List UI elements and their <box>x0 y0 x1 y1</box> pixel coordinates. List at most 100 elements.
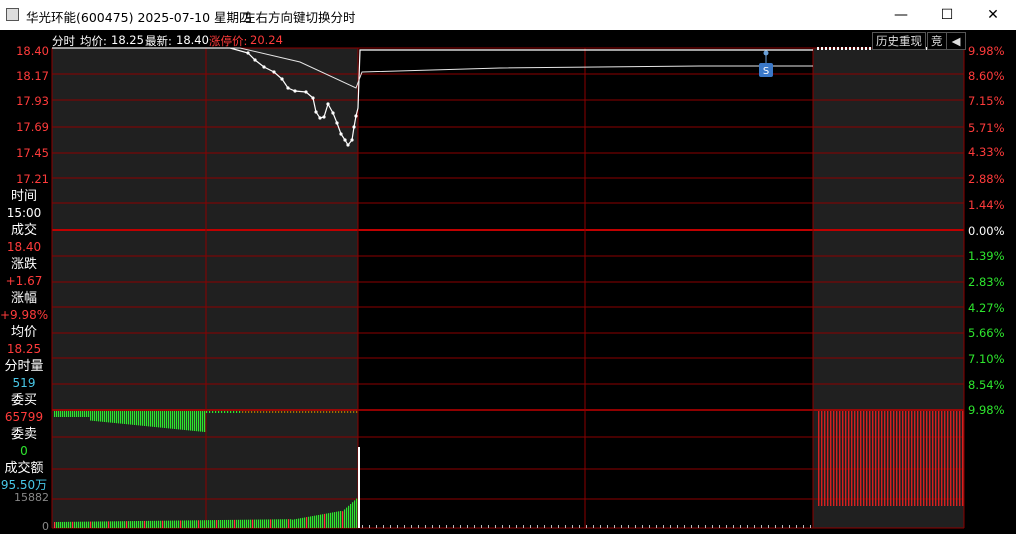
auction-bar <box>821 411 823 506</box>
bid-bar <box>178 411 180 430</box>
bid-bar <box>82 411 84 417</box>
stat-value: +9.98% <box>0 308 49 322</box>
bid-bar <box>136 411 138 426</box>
bid-bar <box>194 411 196 431</box>
price-point <box>280 77 284 81</box>
collapse-icon[interactable]: ◀ <box>946 32 966 50</box>
auction-bar <box>842 411 844 506</box>
bid-bar <box>128 411 130 425</box>
volume-bar <box>326 513 328 528</box>
bid-bar <box>118 411 120 424</box>
volume-bar <box>740 525 741 528</box>
volume-bar <box>288 519 290 528</box>
volume-bar <box>356 498 358 528</box>
volume-bar <box>218 520 220 528</box>
price-axis-label: 18.17 <box>16 69 49 83</box>
volume-bar <box>184 520 186 528</box>
auction-bar <box>935 411 937 506</box>
volume-bar <box>174 520 176 528</box>
volume-bar <box>112 521 114 528</box>
volume-bar <box>118 521 120 528</box>
volume-bar <box>74 521 76 528</box>
volume-bar <box>348 505 350 528</box>
volume-bar <box>705 525 706 528</box>
price-point <box>352 125 356 129</box>
bid-bar <box>88 411 90 417</box>
volume-bar <box>98 521 100 528</box>
volume-bar <box>62 521 64 528</box>
bid-bar <box>227 411 229 413</box>
volume-bar <box>242 519 244 528</box>
volume-bar <box>334 512 336 528</box>
auction-bar <box>902 411 904 506</box>
volume-bar <box>234 519 236 528</box>
volume-bar <box>336 511 338 528</box>
volume-bar <box>376 525 377 528</box>
volume-bar <box>58 521 60 528</box>
volume-bar <box>789 525 790 528</box>
bid-bar <box>138 411 140 426</box>
price-point <box>293 89 297 93</box>
call-auction-button[interactable]: 竞 <box>927 32 947 50</box>
morning-session-shade <box>52 48 358 528</box>
volume-bar <box>68 521 70 528</box>
avg-value: 18.25 <box>111 33 144 47</box>
volume-bar <box>270 519 272 528</box>
volume-bar <box>114 521 116 528</box>
bid-bar <box>275 411 277 413</box>
bid-bar <box>356 411 358 413</box>
volume-bar <box>621 525 622 528</box>
volume-bar <box>216 520 218 528</box>
auction-bar <box>869 411 871 506</box>
intraday-chart[interactable]: 18.40 18.17 17.93 17.69 17.45 17.21 9.98% 8.60%… <box>0 0 1016 534</box>
pct-axis-label: 4.27% <box>968 301 1005 315</box>
pct-axis-label: 2.88% <box>968 172 1005 186</box>
bid-bar <box>311 411 313 413</box>
bid-bar <box>308 411 310 413</box>
volume-bar <box>530 525 531 528</box>
bid-bar <box>221 411 223 413</box>
auction-bar <box>932 411 934 506</box>
volume-bar <box>168 520 170 528</box>
volume-bar <box>453 525 454 528</box>
bid-bar <box>60 411 62 417</box>
bid-bar <box>224 411 226 413</box>
price-point <box>318 116 322 120</box>
bid-bar <box>70 411 72 417</box>
volume-bar <box>236 519 238 528</box>
volume-bar <box>160 520 162 528</box>
auction-bar <box>884 411 886 506</box>
auction-price-dot <box>833 47 835 50</box>
volume-bar <box>188 520 190 528</box>
volume-bar <box>775 525 776 528</box>
volume-bar <box>656 525 657 528</box>
bid-bar <box>278 411 280 413</box>
volume-bar <box>268 519 270 528</box>
bid-bar <box>174 411 176 429</box>
bid-bar <box>215 411 217 413</box>
bid-bar <box>170 411 172 429</box>
bid-bar <box>236 411 238 413</box>
volume-bar <box>292 519 294 528</box>
bid-bar <box>296 411 298 413</box>
volume-bar <box>768 525 769 528</box>
bid-bar <box>350 411 352 413</box>
history-replay-button[interactable]: 历史重现 <box>872 32 926 50</box>
volume-bar <box>248 519 250 528</box>
bid-bar <box>172 411 174 429</box>
volume-bar <box>383 525 384 528</box>
auction-bar <box>911 411 913 506</box>
volume-bar <box>126 521 128 528</box>
volume-bar <box>124 521 126 528</box>
volume-bar <box>404 525 405 528</box>
auction-bar <box>860 411 862 506</box>
bid-bar <box>233 411 235 413</box>
volume-bar <box>224 519 226 528</box>
pct-axis-label: 5.66% <box>968 326 1005 340</box>
volume-bar <box>170 520 172 528</box>
price-point <box>304 90 308 94</box>
bid-bar <box>299 411 301 413</box>
bid-bar <box>102 411 104 422</box>
stat-label: 时间 <box>10 189 37 204</box>
volume-bar <box>190 520 192 528</box>
